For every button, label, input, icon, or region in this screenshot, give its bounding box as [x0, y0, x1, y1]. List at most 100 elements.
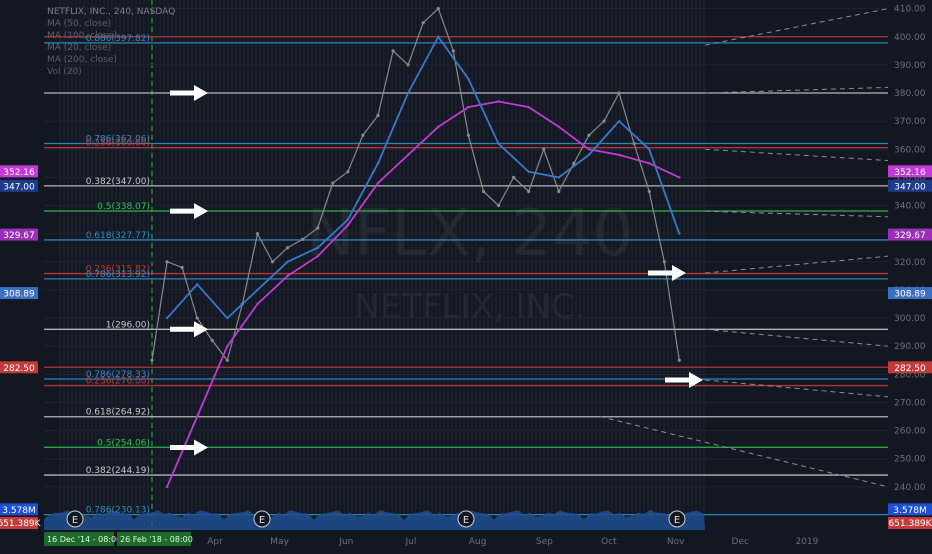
data-point [150, 358, 154, 362]
indicator-ma20[interactable]: MA (20, close) [47, 43, 111, 53]
price-chart[interactable]: NFLX, 240 NETFLIX, INC. EEEE 0.886(397.8… [0, 0, 932, 550]
data-point [316, 226, 320, 230]
data-point [587, 148, 591, 151]
data-point [647, 189, 651, 194]
data-point [331, 181, 335, 185]
earnings-marker-label: E [674, 515, 680, 526]
data-point [376, 162, 380, 165]
symbol-title: NETFLIX, INC., 240, NASDAQ [47, 7, 175, 17]
data-point [225, 358, 229, 362]
price-tick-label: 260.00 [894, 427, 926, 437]
indicator-volume[interactable]: Vol (20) [47, 67, 82, 77]
data-point [662, 260, 666, 264]
data-point [617, 153, 621, 157]
data-point [678, 232, 681, 235]
data-point [256, 302, 259, 306]
data-point [196, 415, 199, 418]
data-point [421, 21, 425, 25]
data-point [527, 105, 530, 109]
data-point [677, 358, 681, 362]
price-tick-label: 240.00 [894, 483, 926, 493]
data-point [467, 77, 470, 81]
price-badge-left-label: 282.50 [3, 364, 35, 374]
price-axis[interactable] [888, 0, 932, 550]
level-label: 0.618(327.77) [86, 231, 150, 241]
data-point [436, 7, 440, 11]
price-tick-label: 250.00 [894, 455, 926, 465]
time-tick-label: Oct [601, 537, 617, 547]
data-point [587, 133, 591, 137]
price-tick-label: 390.00 [894, 61, 926, 71]
data-point [180, 265, 184, 270]
data-point [286, 260, 289, 263]
price-tick-label: 370.00 [894, 117, 926, 127]
data-point [195, 316, 199, 320]
watermark-ticker: NFLX, 240 [306, 197, 633, 271]
data-point [270, 260, 275, 264]
earnings-marker-label: E [259, 515, 265, 526]
level-label: 0.786(313.92) [86, 270, 150, 280]
chart-stage: NFLX, 240 NETFLIX, INC. EEEE 0.886(397.8… [0, 0, 932, 550]
price-tick-label: 300.00 [894, 314, 926, 324]
date-marker-label: 26 Feb '18 - 08:00 [120, 535, 193, 544]
data-point [617, 91, 621, 95]
data-point [587, 153, 591, 157]
price-tick-label: 320.00 [894, 258, 926, 268]
price-badge-left-label: 352.16 [3, 168, 35, 178]
data-point [165, 485, 169, 489]
level-label: 0.786(230.13) [86, 506, 150, 516]
price-tick-label: 290.00 [894, 342, 926, 352]
volume-badge-label: 651.389K [0, 519, 42, 529]
data-point [165, 260, 169, 264]
data-point [437, 125, 440, 128]
time-tick-label: Jun [338, 537, 353, 547]
price-badge-label: 308.89 [894, 290, 926, 300]
data-point [165, 316, 169, 320]
price-badge-label: 329.67 [894, 231, 926, 241]
level-label: 0.5(338.07) [97, 202, 150, 212]
time-tick-label: Sep [536, 537, 553, 547]
data-point [678, 176, 681, 179]
data-point [256, 288, 259, 292]
level-label: 0.5(254.06) [97, 438, 150, 448]
data-point [497, 100, 500, 103]
data-point [406, 91, 410, 95]
indicator-ma100[interactable]: MA (100, close) [47, 31, 117, 41]
data-point [286, 246, 290, 250]
time-tick-label: Jul [404, 537, 416, 547]
data-point [346, 224, 350, 227]
level-label: 0.382(347.00) [86, 177, 150, 187]
time-tick-label: 2019 [795, 537, 818, 547]
level-label: 0.236(276.00) [86, 377, 150, 387]
data-point [648, 148, 651, 151]
indicator-ma50[interactable]: MA (50, close) [47, 19, 111, 29]
level-label: 0.236(360.60) [86, 139, 150, 149]
price-tick-label: 400.00 [894, 33, 926, 43]
data-point [466, 133, 471, 137]
price-badge-label: 347.00 [894, 182, 926, 192]
price-badge-left-label: 347.00 [3, 182, 35, 192]
data-point [481, 189, 486, 194]
price-badge-label: 3.578M [893, 506, 927, 516]
data-point [527, 170, 530, 173]
price-tick-label: 380.00 [894, 89, 926, 99]
data-point [527, 189, 531, 194]
data-point [617, 119, 621, 123]
watermark-name: NETFLIX, INC. [354, 287, 585, 327]
data-point [361, 133, 365, 137]
data-point [376, 113, 380, 118]
earnings-marker[interactable]: E [457, 510, 475, 528]
data-point [451, 49, 455, 53]
earnings-marker[interactable]: E [66, 510, 84, 528]
data-point [496, 203, 501, 208]
data-point [301, 237, 305, 241]
price-badge-left-label: 308.89 [3, 290, 35, 300]
data-point [196, 283, 199, 286]
earnings-marker[interactable]: E [668, 510, 686, 528]
data-point [497, 142, 500, 145]
price-badge-left-label: 3.578M [2, 506, 36, 516]
earnings-marker[interactable]: E [253, 510, 271, 528]
data-point [346, 218, 350, 221]
indicator-ma200[interactable]: MA (200, close) [47, 55, 117, 65]
time-tick-label: Dec [732, 537, 749, 547]
